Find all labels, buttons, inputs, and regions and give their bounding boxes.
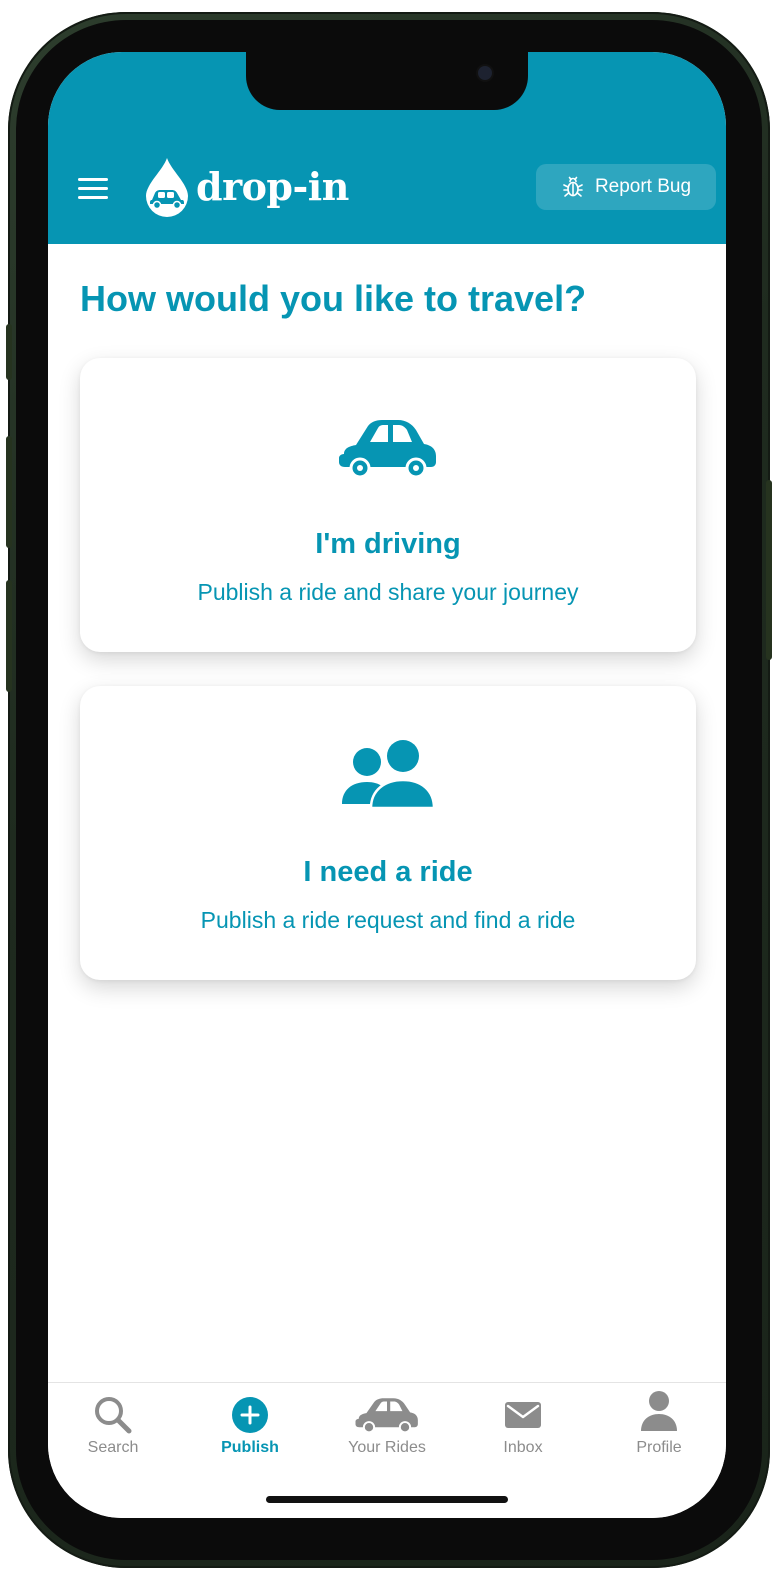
option-title-need-ride: I need a ride [303, 856, 473, 888]
logo-wordmark: drop-in [196, 164, 349, 209]
power-button [766, 480, 772, 660]
tab-label-inbox: Inbox [503, 1439, 543, 1456]
users-icon [342, 740, 436, 810]
envelope-icon [505, 1402, 541, 1428]
option-card-driving[interactable]: I'm driving Publish a ride and share you… [80, 358, 696, 652]
bug-icon [563, 176, 583, 197]
report-bug-label: Report Bug [594, 176, 692, 197]
volume-up-button [6, 436, 12, 548]
report-bug-button[interactable]: Report Bug [536, 164, 716, 210]
option-card-need-ride[interactable]: I need a ride Publish a ride request and… [80, 686, 696, 980]
front-camera [478, 66, 492, 80]
search-icon [95, 1397, 132, 1434]
page-title: How would you like to travel? [80, 278, 587, 319]
tab-label-profile: Profile [636, 1439, 682, 1456]
option-title-driving: I'm driving [315, 528, 461, 560]
silent-switch [6, 324, 12, 380]
option-subtitle-need-ride: Publish a ride request and find a ride [200, 907, 576, 933]
app-screen: drop-in Report Bug How would you like to… [48, 52, 726, 1518]
tab-label-your-rides: Your Rides [348, 1439, 426, 1456]
car-icon [339, 420, 436, 478]
volume-down-button [6, 580, 12, 692]
app-logo: drop-in [142, 156, 349, 218]
notch [246, 52, 528, 110]
tab-publish[interactable]: Publish [185, 1383, 315, 1473]
plus-circle-icon [232, 1397, 268, 1433]
drop-car-logo-icon [146, 158, 188, 217]
car-icon [355, 1398, 418, 1433]
tab-label-publish: Publish [221, 1439, 279, 1456]
home-indicator [266, 1496, 508, 1503]
tab-search[interactable]: Search [48, 1383, 178, 1473]
tab-profile[interactable]: Profile [594, 1383, 724, 1473]
menu-icon[interactable] [78, 178, 108, 200]
user-icon [641, 1391, 677, 1431]
tab-inbox[interactable]: Inbox [458, 1383, 588, 1473]
tab-your-rides[interactable]: Your Rides [322, 1383, 452, 1473]
tab-label-search: Search [87, 1439, 139, 1456]
option-subtitle-driving: Publish a ride and share your journey [197, 579, 579, 605]
app-header: drop-in Report Bug [48, 52, 726, 244]
